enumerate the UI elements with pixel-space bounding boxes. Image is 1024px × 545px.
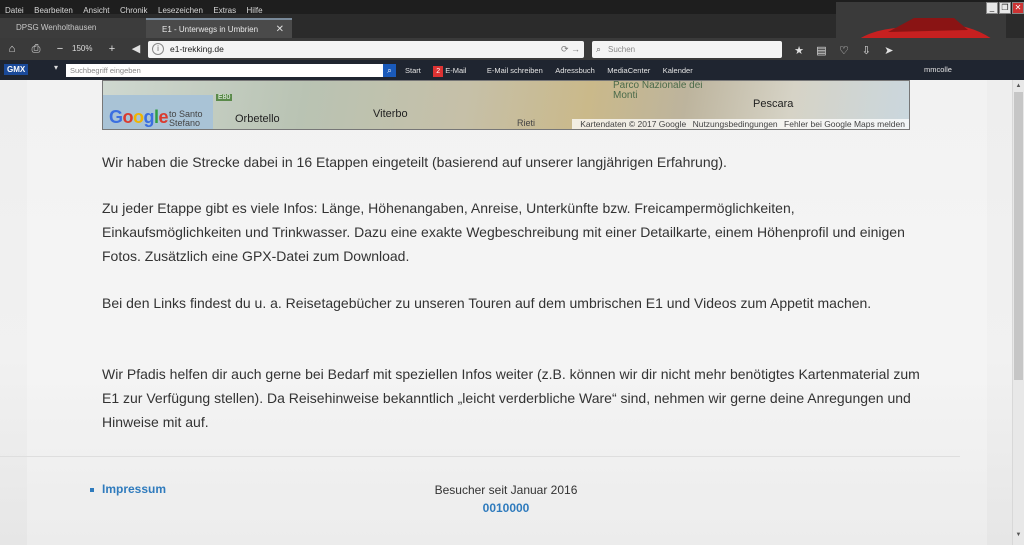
mail-count-badge: 2 [433,66,444,77]
browser-search-input[interactable]: ⌕ Suchen [592,41,782,58]
map-label-parco: Parco Nazionale dei Monti [613,80,703,101]
gmx-link-addressbook[interactable]: Adressbuch [555,61,595,81]
gmx-search-input[interactable]: Suchbegriff eingeben ⌕ [66,64,396,77]
paragraph-links: Bei den Links findest du u. a. Reisetage… [102,295,872,311]
map-label-viterbo: Viterbo [373,108,408,120]
zoom-out-icon[interactable]: − [52,41,68,57]
gmx-logo[interactable]: GMX [4,64,29,75]
download-icon[interactable]: ⇩ [857,43,875,59]
tab-dpsg[interactable]: DPSG Wenholthausen [0,18,146,38]
paragraph-infos: Zu jeder Etappe gibt es viele Infos: Län… [102,200,905,264]
map-label-orbetello: Orbetello [235,113,280,125]
gmx-link-calendar[interactable]: Kalender [663,61,693,81]
gmx-toolbar: GMX ▾ Suchbegriff eingeben ⌕ Start 2 E-Ma… [0,60,1024,80]
visitor-counter: Besucher seit Januar 2016 0010000 [406,481,606,517]
zoom-level[interactable]: 150% [72,41,92,57]
restore-button[interactable]: ❐ [999,2,1011,14]
map-label-pescara: Pescara [753,98,794,110]
gmx-links: Start 2 E-Mail E-Mail schreiben Adressbuc… [405,60,701,80]
footer-divider [0,456,960,457]
scroll-down-icon[interactable]: ▼ [1013,529,1024,541]
paragraph-etappen: Wir haben die Strecke dabei in 16 Etappe… [102,154,727,170]
nav-icons: ★ ▤ ♡ ⇩ ➤ [790,41,898,59]
tab-label: E1 - Unterwegs in Umbrien [162,25,259,34]
map-report-link[interactable]: Fehler bei Google Maps melden [784,119,905,129]
user-menu[interactable]: mmcolle [924,60,952,80]
search-icon[interactable]: ⌕ [383,64,396,77]
scroll-up-icon[interactable]: ▲ [1013,80,1024,92]
gmx-search-placeholder: Suchbegriff eingeben [70,66,141,75]
map-attribution: Kartendaten © 2017 Google Nutzungsbeding… [572,119,909,129]
google-map[interactable]: E80 to Santo Stefano Orbetello Viterbo P… [102,80,910,130]
close-icon[interactable]: ✕ [276,20,284,40]
home-icon[interactable]: ⌂ [4,41,20,57]
clipboard-icon[interactable]: ▤ [812,43,830,59]
minimize-button[interactable]: _ [986,2,998,14]
impressum-label[interactable]: Impressum [102,482,166,496]
paragraph-pfadis: Wir Pfadis helfen dir auch gerne bei Bed… [102,366,920,430]
map-label-santo-stefano: to Santo Stefano [169,109,203,128]
scrollbar-thumb[interactable] [1014,92,1023,380]
bullet-icon [90,487,94,492]
gmx-link-mediacenter[interactable]: MediaCenter [607,61,650,81]
url-text[interactable]: e1-trekking.de [170,41,224,58]
send-icon[interactable]: ➤ [880,43,898,59]
tab-label: DPSG Wenholthausen [16,23,97,32]
map-terms-link[interactable]: Nutzungsbedingungen [693,119,778,129]
zoom-in-icon[interactable]: + [104,41,120,57]
url-bar[interactable]: i e1-trekking.de ⟳ → [148,41,584,58]
reload-icon[interactable]: ⟳ → [561,41,580,58]
search-placeholder: Suchen [608,45,636,54]
page-scrollbar[interactable]: ▲ ▼ [1012,80,1024,545]
gmx-link-email[interactable]: 2 E-Mail [433,61,474,81]
gmx-link-start[interactable]: Start [405,61,421,81]
impressum-link[interactable]: Impressum [90,482,166,496]
browser-chrome: Datei Bearbeiten Ansicht Chronik Lesezei… [0,0,1024,80]
visitor-label: Besucher seit Januar 2016 [434,483,578,497]
gmx-link-compose[interactable]: E-Mail schreiben [487,61,543,81]
print-icon[interactable]: ⎙ [28,41,44,57]
bookmark-star-icon[interactable]: ★ [790,43,808,59]
chevron-down-icon[interactable]: ▾ [54,63,58,72]
email-label: E-Mail [445,66,467,75]
pocket-icon[interactable]: ♡ [835,43,853,59]
visitor-count: 0010000 [482,501,530,515]
map-road-label: E80 [216,94,233,101]
navigation-bar: ⌂ ⎙ − 150% + ◀ i e1-trekking.de ⟳ → ⌕ Su… [0,38,1024,60]
google-logo[interactable]: Google [109,107,169,128]
info-icon[interactable]: i [152,43,164,55]
search-icon: ⌕ [596,44,602,54]
web-page: E80 to Santo Stefano Orbetello Viterbo P… [0,80,1012,545]
map-label-rieti: Rieti [517,118,536,128]
map-copyright: Kartendaten © 2017 Google [580,119,687,129]
tab-e1[interactable]: E1 - Unterwegs in Umbrien ✕ [146,18,292,38]
back-icon[interactable]: ◀ [128,41,144,57]
window-close-button[interactable]: ✕ [1012,2,1024,14]
